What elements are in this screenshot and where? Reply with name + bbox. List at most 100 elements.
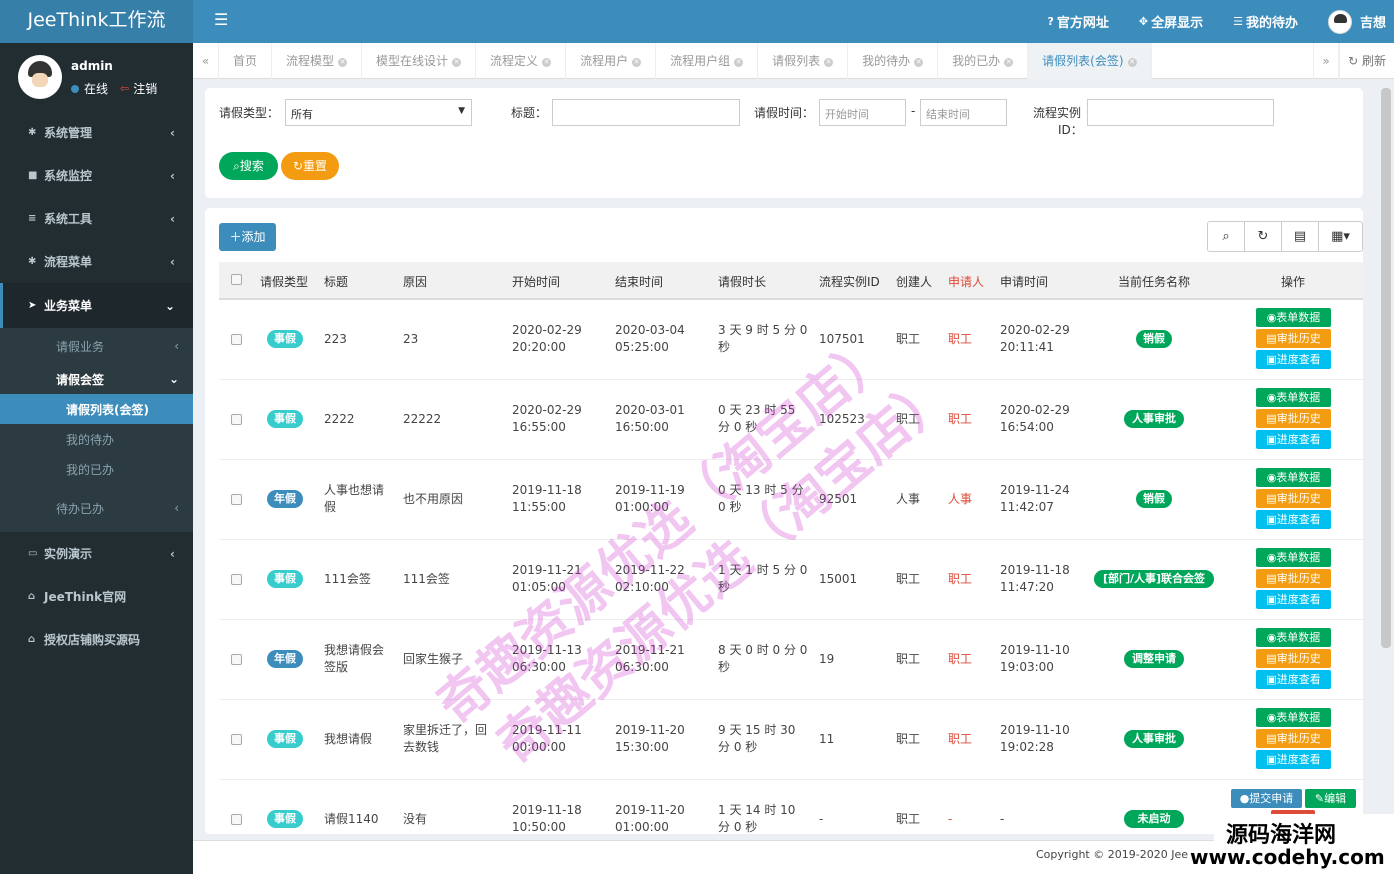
close-icon[interactable]: ✕ [1127, 57, 1137, 67]
tabs-next-icon[interactable]: » [1313, 42, 1340, 79]
list-icon: ▤ [1266, 492, 1277, 505]
close-icon[interactable]: ✕ [824, 57, 834, 67]
refresh-icon[interactable]: ↻ [1245, 222, 1282, 251]
form-data-button[interactable]: ◉表单数据 [1256, 708, 1331, 727]
tab-my-done[interactable]: 我的已办 ✕ [938, 42, 1029, 79]
title-input[interactable] [552, 99, 740, 126]
submenu-my-done[interactable]: 我的已办 [0, 454, 193, 484]
refresh-button[interactable]: ↻ 刷新 [1339, 42, 1394, 79]
logout-link[interactable]: 注销 [133, 80, 157, 97]
app-logo[interactable]: JeeThink工作流 [0, 0, 193, 43]
submenu-leave-list-countersign[interactable]: 请假列表(会签) [0, 394, 193, 424]
col-duration[interactable]: 请假时长 [718, 273, 766, 290]
progress-view-button[interactable]: ▣进度查看 [1256, 430, 1331, 449]
instance-id-input[interactable] [1087, 99, 1274, 126]
close-icon[interactable]: ✕ [452, 57, 462, 67]
tab-model-design[interactable]: 模型在线设计 ✕ [362, 42, 477, 79]
close-icon[interactable]: ✕ [338, 57, 348, 67]
close-icon[interactable]: ✕ [1004, 57, 1014, 67]
user-menu[interactable]: 吉想 [1327, 9, 1386, 34]
submenu-leave-countersign[interactable]: 请假会签 ⌄ [0, 364, 193, 394]
scrollbar[interactable] [1381, 88, 1391, 648]
approval-history-button[interactable]: ▤审批历史 [1256, 729, 1331, 748]
close-icon[interactable]: ✕ [542, 57, 552, 67]
menu-system-monitor[interactable]: ■ 系统监控 ‹ [0, 154, 193, 197]
tab-groups[interactable]: 流程用户组 ✕ [656, 42, 759, 79]
row-checkbox[interactable] [231, 334, 242, 345]
row-checkbox[interactable] [231, 494, 242, 505]
row-checkbox[interactable] [231, 654, 242, 665]
start-time-input[interactable]: 开始时间 [819, 99, 906, 126]
menu-demo[interactable]: ▭ 实例演示 ‹ [0, 532, 193, 575]
col-type[interactable]: 请假类型 [260, 273, 308, 290]
chevron-down-icon: ⌄ [168, 372, 179, 386]
close-icon[interactable]: ✕ [734, 57, 744, 67]
col-creator[interactable]: 创建人 [896, 273, 932, 290]
tab-leave-list[interactable]: 请假列表 ✕ [758, 42, 849, 79]
col-start[interactable]: 开始时间 [512, 273, 560, 290]
form-data-button[interactable]: ◉表单数据 [1256, 548, 1331, 567]
tab-home[interactable]: 首页 [219, 42, 273, 79]
approval-history-button[interactable]: ▤审批历史 [1256, 569, 1331, 588]
submenu-leave-business[interactable]: 请假业务 ‹ [0, 328, 193, 364]
toggle-view-icon[interactable]: ▤ [1282, 222, 1319, 251]
apply-time-cell: 2020-02-29 16:54:00 [1000, 403, 1070, 434]
form-data-button[interactable]: ◉表单数据 [1256, 388, 1331, 407]
form-data-button[interactable]: ◉表单数据 [1256, 468, 1331, 487]
progress-view-button[interactable]: ▣进度查看 [1256, 670, 1331, 689]
menu-buy-source[interactable]: ⌂ 授权店铺购买源码 [0, 618, 193, 661]
menu-jeethink-site[interactable]: ⌂ JeeThink官网 [0, 575, 193, 618]
reset-button[interactable]: ↻重置 [281, 152, 339, 180]
menu-business[interactable]: ➤ 业务菜单 ⌄ [0, 283, 193, 328]
col-end[interactable]: 结束时间 [615, 273, 663, 290]
my-todo-link[interactable]: ☰ 我的待办 [1233, 12, 1298, 31]
menu-toggle-icon[interactable]: ☰ [214, 10, 228, 29]
search-icon[interactable]: ⌕ [1208, 222, 1245, 251]
chevron-left-icon: ‹ [170, 546, 175, 561]
official-site-link[interactable]: ? 官方网址 [1047, 12, 1108, 31]
col-instance[interactable]: 流程实例ID [819, 273, 880, 290]
menu-system-admin[interactable]: ✱ 系统管理 ‹ [0, 111, 193, 154]
close-icon[interactable]: ✕ [632, 57, 642, 67]
form-data-button[interactable]: ◉表单数据 [1256, 308, 1331, 327]
menu-workflow[interactable]: ✱ 流程菜单 ‹ [0, 240, 193, 283]
col-apply-time[interactable]: 申请时间 [1000, 273, 1048, 290]
row-checkbox[interactable] [231, 734, 242, 745]
progress-view-button[interactable]: ▣进度查看 [1256, 510, 1331, 529]
tab-leave-list-countersign[interactable]: 请假列表(会签) ✕ [1028, 42, 1152, 79]
tab-my-todo[interactable]: 我的待办 ✕ [848, 42, 939, 79]
row-checkbox[interactable] [231, 414, 242, 425]
edit-button[interactable]: ✎编辑 [1305, 789, 1356, 808]
approval-history-button[interactable]: ▤审批历史 [1256, 329, 1331, 348]
col-applicant[interactable]: 申请人 [948, 273, 984, 290]
search-button[interactable]: ⌕搜索 [219, 152, 278, 180]
progress-view-button[interactable]: ▣进度查看 [1256, 590, 1331, 609]
tab-users[interactable]: 流程用户 ✕ [566, 42, 657, 79]
col-reason[interactable]: 原因 [403, 273, 427, 290]
submit-button[interactable]: ●提交申请 [1231, 789, 1302, 808]
row-checkbox[interactable] [231, 574, 242, 585]
submenu-my-todo[interactable]: 我的待办 [0, 424, 193, 454]
tabs-prev-icon[interactable]: « [193, 42, 219, 79]
close-icon[interactable]: ✕ [914, 57, 924, 67]
approval-history-button[interactable]: ▤审批历史 [1256, 649, 1331, 668]
progress-view-button[interactable]: ▣进度查看 [1256, 750, 1331, 769]
add-button[interactable]: ＋添加 [219, 223, 276, 251]
col-title[interactable]: 标题 [324, 273, 348, 290]
end-time-input[interactable]: 结束时间 [920, 99, 1007, 126]
form-data-button[interactable]: ◉表单数据 [1256, 628, 1331, 647]
tab-definition[interactable]: 流程定义 ✕ [476, 42, 567, 79]
columns-icon[interactable]: ▦▾ [1319, 222, 1362, 251]
row-checkbox[interactable] [231, 814, 242, 825]
select-all-checkbox[interactable] [231, 274, 242, 285]
type-select[interactable]: 所有 [285, 99, 472, 126]
approval-history-button[interactable]: ▤审批历史 [1256, 489, 1331, 508]
fullscreen-button[interactable]: ✥ 全屏显示 [1139, 12, 1203, 31]
col-task[interactable]: 当前任务名称 [1118, 273, 1190, 290]
submenu-todo-done[interactable]: 待办已办 ‹ [0, 484, 193, 532]
progress-view-button[interactable]: ▣进度查看 [1256, 350, 1331, 369]
tab-model[interactable]: 流程模型 ✕ [272, 42, 363, 79]
logout-icon[interactable]: ⇦ [120, 82, 129, 95]
menu-system-tools[interactable]: ≡ 系统工具 ‹ [0, 197, 193, 240]
approval-history-button[interactable]: ▤审批历史 [1256, 409, 1331, 428]
